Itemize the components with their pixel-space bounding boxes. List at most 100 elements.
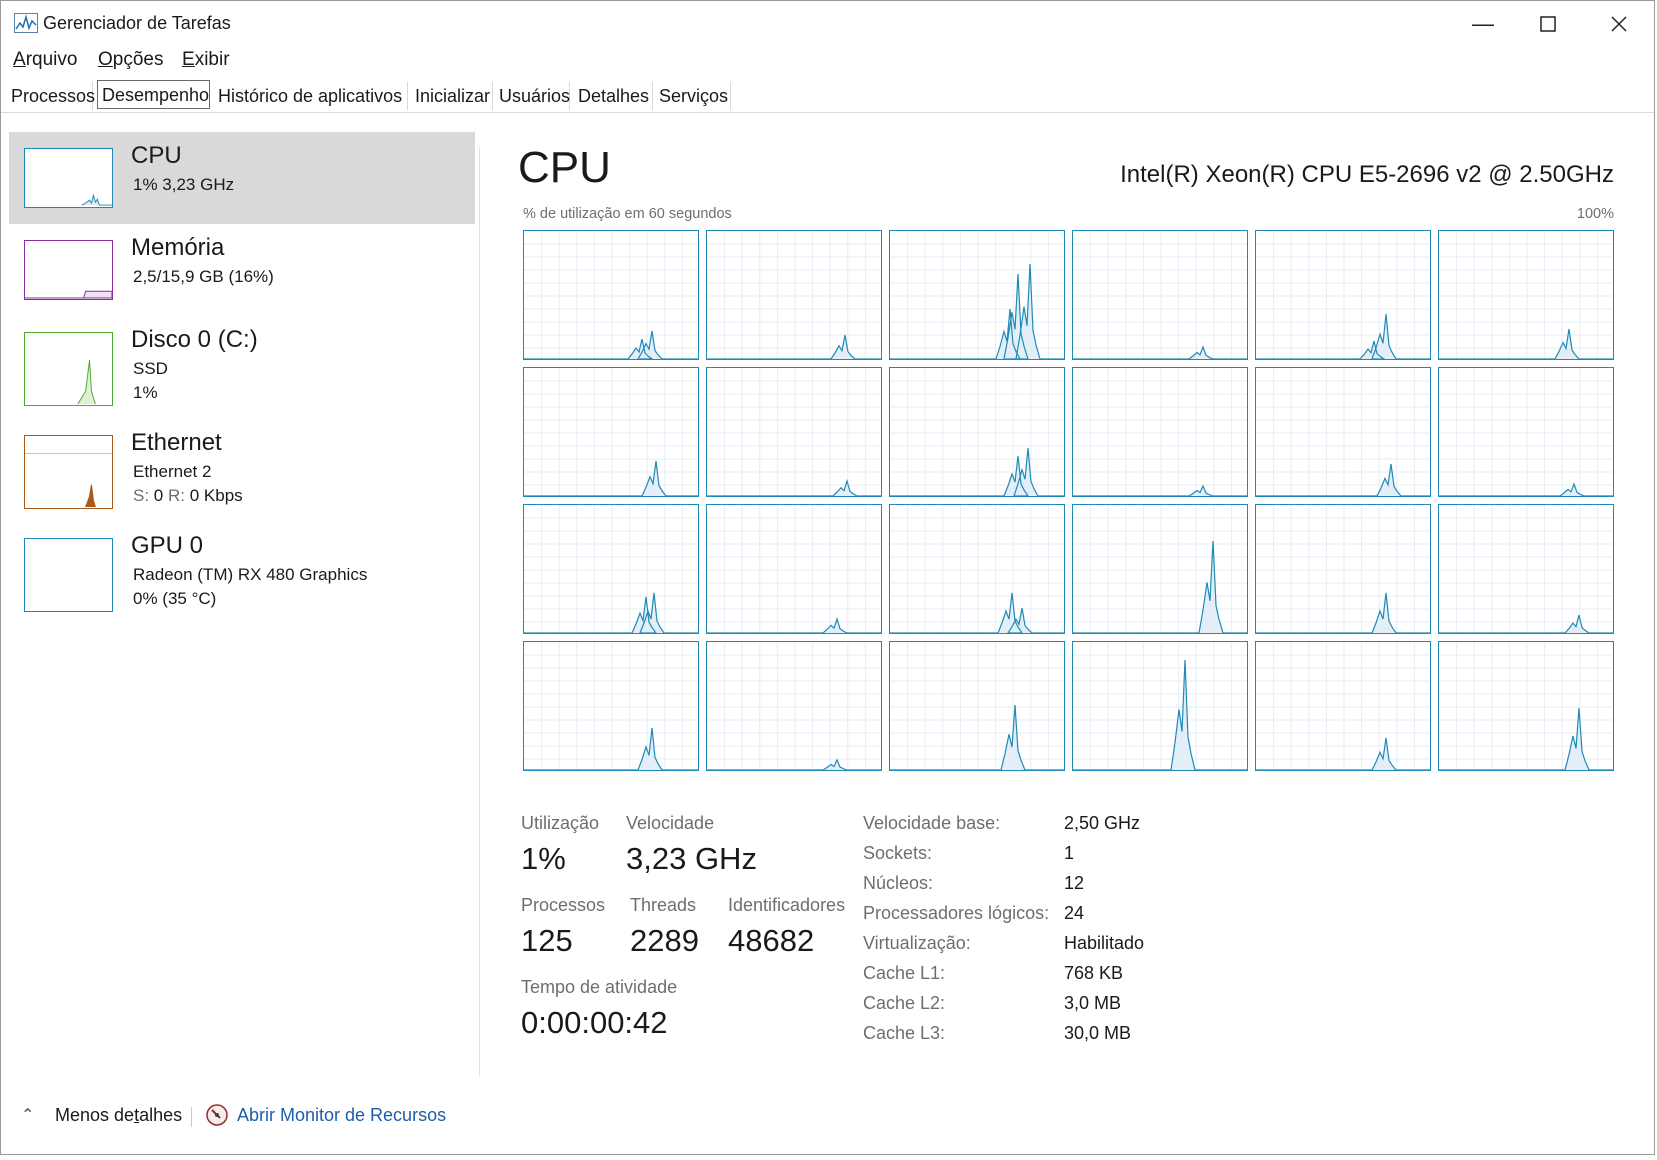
sidebar-item-disk[interactable]: Disco 0 (C:) SSD 1% [9, 316, 475, 408]
stat-threads-value: 2289 [630, 923, 699, 958]
core-graph-plot [1439, 642, 1613, 770]
tab-detalhes[interactable]: Detalhes [574, 82, 653, 110]
core-graph [523, 641, 699, 771]
tab-desempenho[interactable]: Desempenho [97, 80, 210, 109]
disk-thumbnail [24, 332, 113, 406]
stat-utilizacao-label: Utilização [521, 813, 600, 833]
core-graph-plot [1256, 231, 1430, 359]
core-graph [706, 504, 882, 634]
stat-velocidade-value: 3,23 GHz [626, 841, 757, 876]
sidebar-gpu-title: GPU 0 [131, 532, 204, 559]
footer-separator [191, 1107, 192, 1127]
page-title: CPU [518, 143, 611, 192]
core-graph [889, 367, 1065, 497]
sidebar-item-gpu[interactable]: GPU 0 Radeon (TM) RX 480 Graphics 0% (35… [9, 522, 475, 614]
core-graph [889, 641, 1065, 771]
detail-label: Processadores lógicos: [863, 903, 1050, 923]
panel-divider [479, 147, 480, 1077]
tab-inicializar[interactable]: Inicializar [411, 82, 493, 110]
core-graph-plot [1073, 505, 1247, 633]
sidebar-item-memory[interactable]: Memória 2,5/15,9 GB (16%) [9, 224, 475, 316]
core-graph-plot [524, 505, 698, 633]
core-graph-plot [890, 368, 1064, 496]
core-graph [523, 367, 699, 497]
cpu-core-graph-grid [523, 230, 1619, 774]
task-manager-icon [14, 13, 38, 33]
core-graph [1255, 504, 1431, 634]
core-graph [889, 230, 1065, 360]
core-graph-plot [1073, 368, 1247, 496]
core-graph [523, 504, 699, 634]
detail-value: 768 KB [1064, 963, 1124, 983]
menu-arquivo[interactable]: Arquivo [13, 49, 77, 71]
minimize-button[interactable]: — [1453, 5, 1513, 43]
maximize-button[interactable] [1518, 5, 1578, 43]
sidebar-disk-usage: 1% [133, 383, 158, 402]
core-graph [1255, 230, 1431, 360]
gpu-thumbnail [24, 538, 113, 612]
detail-value: 1 [1064, 843, 1075, 863]
minimize-icon: — [1472, 11, 1494, 36]
stat-identificadores-value: 48682 [728, 923, 815, 958]
stat-identificadores-label: Identificadores [728, 895, 846, 915]
menu-exibir-post: xibir [194, 49, 230, 70]
close-button[interactable] [1589, 5, 1649, 43]
core-graph-plot [524, 231, 698, 359]
core-graph [1072, 230, 1248, 360]
core-graph [1438, 230, 1614, 360]
detail-label: Núcleos: [863, 873, 934, 893]
footer-bar: ⌃ Menos detalhes Abrir Monitor de Recurs… [1, 1101, 1654, 1137]
menu-arquivo-accel: A [13, 49, 26, 70]
sidebar-ethernet-throughput: S: 0 R: 0 Kbps [133, 486, 243, 506]
tab-usuarios[interactable]: Usuários [495, 82, 570, 110]
core-graph [1072, 504, 1248, 634]
graph-label: % de utilização em 60 segundos [523, 206, 732, 222]
core-graph-plot [1256, 368, 1430, 496]
memory-thumbnail [24, 240, 113, 300]
eth-recv-label: R: [168, 486, 185, 505]
detail-label: Cache L2: [863, 993, 946, 1013]
cpu-model-name: Intel(R) Xeon(R) CPU E5-2696 v2 @ 2.50GH… [1120, 161, 1614, 188]
core-graph-plot [707, 231, 881, 359]
open-resource-monitor-link[interactable]: Abrir Monitor de Recursos [237, 1105, 446, 1126]
core-graph-plot [707, 368, 881, 496]
core-graph-plot [524, 642, 698, 770]
sidebar-cpu-title: CPU [131, 142, 182, 169]
core-graph-plot [890, 642, 1064, 770]
tab-historico[interactable]: Histórico de aplicativos [214, 82, 408, 110]
eth-send-label: S: [133, 486, 150, 505]
core-graph [1255, 367, 1431, 497]
detail-value: 2,50 GHz [1064, 813, 1141, 833]
menu-opcoes-accel: O [98, 49, 113, 70]
menu-exibir[interactable]: Exibir [182, 49, 230, 71]
detail-label: Velocidade base: [863, 813, 1001, 833]
core-graph-plot [707, 642, 881, 770]
window-title: Gerenciador de Tarefas [43, 13, 231, 33]
sidebar-ethernet-adapter: Ethernet 2 [133, 462, 212, 481]
detail-label: Sockets: [863, 843, 933, 863]
core-graph [523, 230, 699, 360]
core-graph [706, 641, 882, 771]
less-details-button[interactable]: Menos detalhes [55, 1105, 182, 1126]
core-graph [1255, 641, 1431, 771]
less-details-pre: Menos de [55, 1105, 135, 1125]
core-graph-plot [1073, 642, 1247, 770]
core-graph-plot [890, 505, 1064, 633]
sidebar-item-ethernet[interactable]: Ethernet Ethernet 2 S: 0 R: 0 Kbps [9, 419, 475, 511]
core-graph-plot [890, 231, 1064, 359]
stat-processos-label: Processos [521, 895, 606, 915]
detail-value: Habilitado [1064, 933, 1145, 953]
tab-processos[interactable]: Processos [7, 82, 95, 110]
core-graph [889, 504, 1065, 634]
menu-opcoes[interactable]: Opções [98, 49, 163, 71]
core-graph-plot [1439, 505, 1613, 633]
sidebar-item-cpu[interactable]: CPU 1% 3,23 GHz [9, 132, 475, 224]
sidebar-memory-sub: 2,5/15,9 GB (16%) [133, 267, 274, 286]
cpu-thumbnail [24, 148, 113, 208]
eth-send-value: 0 [153, 486, 164, 505]
tab-servicos[interactable]: Serviços [655, 82, 731, 110]
chevron-up-icon[interactable]: ⌃ [21, 1105, 34, 1125]
stat-threads-label: Threads [630, 895, 697, 915]
detail-value: 3,0 MB [1064, 993, 1122, 1013]
sidebar-ethernet-title: Ethernet [131, 429, 222, 456]
